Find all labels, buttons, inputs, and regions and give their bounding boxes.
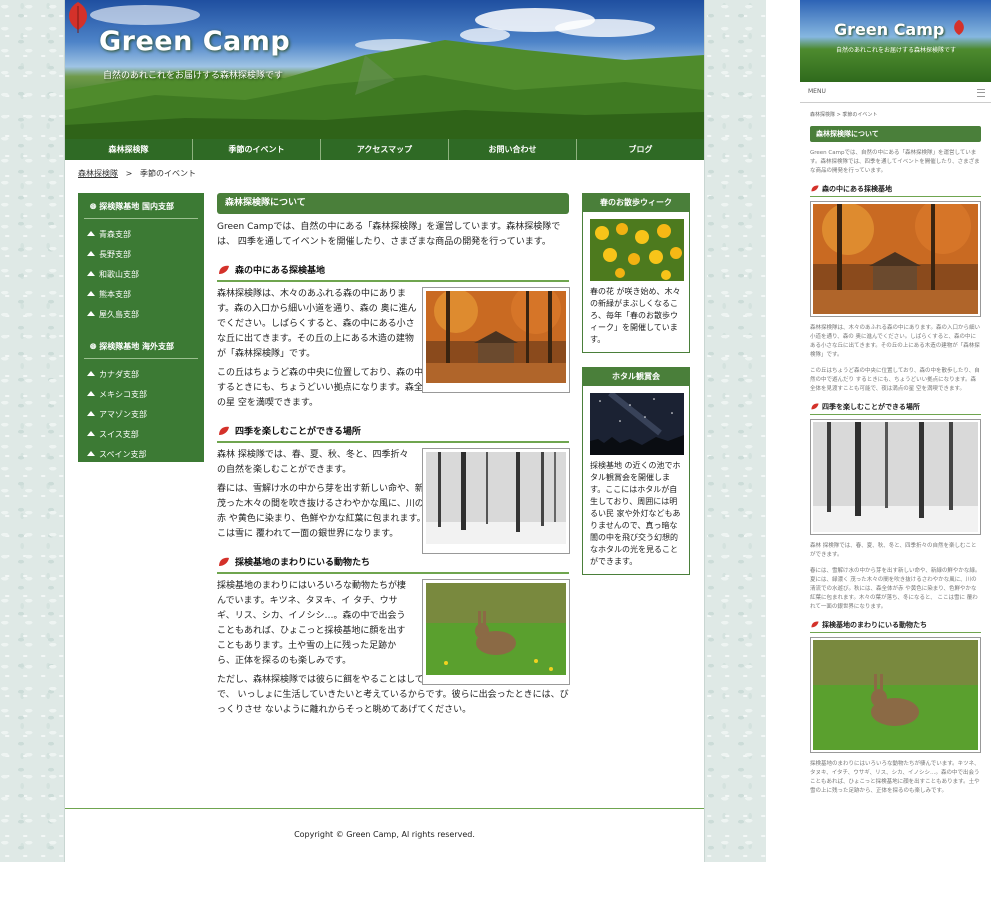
mobile-animals-paragraph-1: 採検基地のまわりにはいろいろな動物たちが棲んでいます。キツネ、タヌキ、イタチ、ウ…: [810, 761, 980, 794]
nav-item-forest-team[interactable]: 森林探検隊: [65, 139, 193, 160]
main-title: 森林探検隊について: [217, 193, 569, 214]
copyright: Copyright © Green Camp, Al rights reserv…: [294, 830, 475, 839]
event-text-spring-walk: 春の花 が咲き始め、木々の新緑がまぶしくなるころ、毎年「春のお散歩ウィーク」を開…: [590, 287, 681, 344]
leaf-logo-icon: [954, 19, 964, 35]
nav-item-access-map[interactable]: アクセスマップ: [321, 139, 449, 160]
mobile-snow-forest-photo: [810, 419, 981, 535]
nav-item-seasonal-events[interactable]: 季節のイベント: [193, 139, 321, 160]
breadcrumb-current: 季節のイベント: [139, 169, 196, 178]
mobile-base-paragraph-2: この丘はちょうど森の中央に位置しており、森の中を散歩したり、自然の中で遊んだり …: [810, 368, 980, 392]
leaf-bullet-icon: [811, 621, 819, 628]
event-title-spring-walk[interactable]: 春のお散歩ウィーク: [583, 194, 689, 212]
mobile-breadcrumb: 森林探検隊 > 季節のイベント: [810, 112, 878, 118]
leaf-bullet-icon: [811, 403, 819, 410]
hamburger-icon[interactable]: [977, 89, 985, 97]
footer: Copyright © Green Camp, Al rights reserv…: [65, 808, 704, 839]
desktop-page: Green Camp 自然のあれこれをお届けする森林探検隊です 森林探検隊 季節…: [64, 0, 705, 862]
mobile-section-heading-seasons: 四季を楽しむことができる場所: [810, 402, 981, 415]
mobile-main-title: 森林探検隊について: [810, 126, 981, 142]
mobile-section-heading-animals: 採検基地のまわりにいる動物たち: [810, 620, 981, 633]
sidebar-item-kumamoto[interactable]: 熊本支部: [78, 285, 204, 305]
sidebar-item-yakushima[interactable]: 屋久島支部: [78, 305, 204, 325]
mobile-cabin-photo: [810, 201, 981, 317]
main-content: 森林探検隊について Green Campでは、自然の中にある「森林探検隊」を運営…: [217, 193, 570, 718]
mobile-tagline: 自然のあれこれをお届けする森林探検隊です: [836, 47, 957, 54]
sidebar-item-canada[interactable]: カナダ支部: [78, 365, 204, 385]
sidebar-item-aomori[interactable]: 青森支部: [78, 225, 204, 245]
mobile-header-hero: Green Camp 自然のあれこれをお届けする森林探検隊です: [800, 0, 991, 82]
site-tagline: 自然のあれこれをお届けする森林探検隊です: [103, 71, 284, 81]
globe-icon: 🌐︎: [90, 342, 97, 351]
right-column: 春のお散歩ウィーク 春の花 が咲き始め、木々の新緑がまぶしくなるころ、毎年「春の…: [582, 193, 690, 575]
section-seasons-paragraph-1: 森林 探検隊では、春、夏、秋、冬と、四季折々の自然を楽しむことができます。: [217, 450, 409, 475]
section-animals-paragraph-1: 採検基地のまわりにはいろいろな動物たちが棲んでいます。キツネ、タヌキ、イ タチ、…: [217, 581, 407, 666]
header-hero: Green Camp 自然のあれこれをお届けする森林探検隊です: [65, 0, 704, 139]
event-title-firefly[interactable]: ホタル観賞会: [583, 368, 689, 386]
leaf-bullet-icon: [219, 426, 229, 435]
breadcrumb-separator: >: [125, 169, 133, 178]
mobile-intro-text: Green Campでは、自然の中にある「森林探検隊」を運営しています。森林探検…: [810, 150, 980, 174]
yellow-flowers-photo: [590, 219, 684, 281]
mobile-seasons-paragraph-2: 春には、雪解け水の中から芽を出す新しい命や、新緑の鮮やかな緑。夏には、緑濃く 茂…: [810, 568, 981, 610]
mobile-preview: Green Camp 自然のあれこれをお届けする森林探検隊です MENU 森林探…: [800, 0, 991, 913]
mobile-menu-label: MENU: [808, 88, 826, 95]
mobile-rabbit-photo: [810, 637, 981, 753]
sidebar-heading-overseas: 🌐︎ 探検隊基地 海外支部: [84, 333, 198, 359]
sidebar-item-mexico[interactable]: メキシコ支部: [78, 385, 204, 405]
leaf-bullet-icon: [219, 557, 229, 566]
intro-text: Green Campでは、自然の中にある「森林探検隊」を運営しています。森林探検…: [217, 222, 561, 247]
sidebar-item-nagano[interactable]: 長野支部: [78, 245, 204, 265]
breadcrumb-home-link[interactable]: 森林探検隊: [78, 169, 118, 178]
global-nav: 森林探検隊 季節のイベント アクセスマップ お問い合わせ ブログ: [65, 139, 704, 160]
night-sky-photo: [590, 393, 684, 455]
section-heading-seasons: 四季を楽しむことができる場所: [217, 425, 569, 443]
event-box-firefly: ホタル観賞会 採検基地 の近くの池でホタル観賞会を開催します。ここにはホタルが自…: [582, 367, 690, 575]
section-heading-base: 森の中にある探検基地: [217, 264, 569, 282]
sidebar-item-switzerland[interactable]: スイス支部: [78, 425, 204, 445]
event-box-spring-walk: 春のお散歩ウィーク 春の花 が咲き始め、木々の新緑がまぶしくなるころ、毎年「春の…: [582, 193, 690, 353]
mobile-section-heading-base: 森の中にある採検基地: [810, 184, 981, 197]
cabin-photo: [422, 284, 570, 393]
section-base-paragraph-1: 森林探検隊は、木々のあふれる森の中にあります。森の入口から細い小道を通り、森の …: [217, 289, 417, 359]
leaf-bullet-icon: [811, 185, 819, 192]
leaf-bullet-icon: [219, 265, 229, 274]
mobile-base-paragraph-1: 森林探検隊は、木々のあふれる森の中にあります。森の入口から細い小道を通り、森の …: [810, 325, 980, 358]
sidebar-item-spain[interactable]: スペイン支部: [78, 445, 204, 465]
rabbit-photo: [422, 579, 570, 685]
section-heading-animals: 採検基地のまわりにいる動物たち: [217, 556, 569, 574]
sidebar-item-wakayama[interactable]: 和歌山支部: [78, 265, 204, 285]
leaf-logo-icon: [68, 2, 88, 33]
nav-item-contact[interactable]: お問い合わせ: [449, 139, 577, 160]
snow-forest-photo: [422, 448, 570, 554]
globe-icon: 🌐︎: [90, 202, 97, 211]
event-text-firefly: 採検基地 の近くの池でホタル観賞会を開催します。ここにはホタルが自生しており、周…: [590, 461, 681, 566]
breadcrumb: 森林探検隊 > 季節のイベント: [78, 168, 196, 179]
mobile-menu-bar[interactable]: MENU: [800, 82, 991, 103]
mobile-site-logo[interactable]: Green Camp: [834, 20, 944, 39]
sidebar-item-amazon[interactable]: アマゾン支部: [78, 405, 204, 425]
sidebar: 🌐︎ 探検隊基地 国内支部 青森支部 長野支部 和歌山支部 熊本支部 屋久島支部…: [78, 193, 204, 462]
mobile-seasons-paragraph-1: 森林 探検隊では、春、夏、秋、冬と、四季折々の自然を楽しむことができます。: [810, 543, 977, 558]
site-logo[interactable]: Green Camp: [99, 26, 290, 57]
nav-item-blog[interactable]: ブログ: [577, 139, 704, 160]
sidebar-heading-domestic: 🌐︎ 探検隊基地 国内支部: [84, 193, 198, 219]
